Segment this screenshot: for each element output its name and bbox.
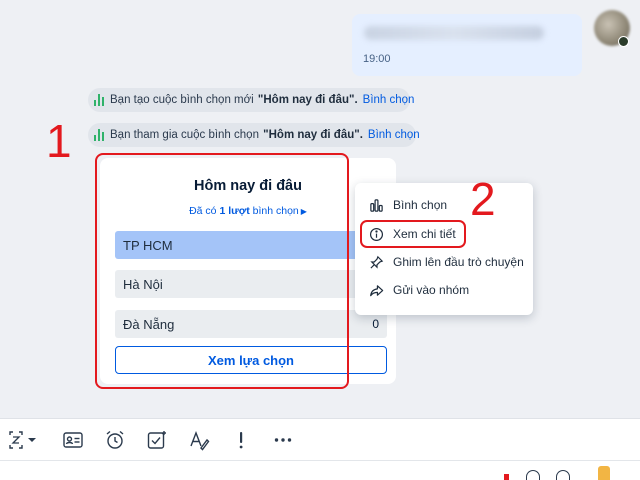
contact-card-icon <box>63 432 83 448</box>
poll-chart-icon <box>370 198 383 212</box>
notice-text: Bạn tham gia cuộc bình chọn <box>110 129 259 141</box>
poll-chart-icon <box>94 94 104 106</box>
outgoing-message-bubble[interactable]: 19:00 <box>352 14 582 76</box>
avatar-status-badge <box>618 36 629 47</box>
menu-item-pin-conversation[interactable]: Ghim lên đầu trò chuyện <box>355 248 533 276</box>
message-time: 19:00 <box>363 53 391 65</box>
like-icon[interactable] <box>598 466 610 480</box>
poll-created-notice: Bạn tạo cuộc bình chọn mới "Hôm nay đi đ… <box>88 88 414 112</box>
text-format-icon <box>190 431 210 451</box>
screenshot-icon <box>9 431 36 449</box>
task-check-icon <box>147 431 166 449</box>
message-input-area[interactable] <box>0 460 640 480</box>
annotation-step-1: 1 <box>46 115 72 167</box>
share-forward-icon <box>370 284 384 296</box>
important-exclamation-icon <box>239 432 243 449</box>
alarm-clock-icon <box>106 430 124 449</box>
menu-item-label: Bình chọn <box>393 198 448 212</box>
text-format-button[interactable] <box>186 427 212 453</box>
menu-item-send-to-group[interactable]: Gửi vào nhóm <box>355 276 533 304</box>
notice-vote-link[interactable]: Bình chọn <box>363 94 415 106</box>
poll-option-count: 0 <box>372 317 379 331</box>
menu-item-vote[interactable]: Bình chọn <box>355 191 533 219</box>
more-options-button[interactable] <box>270 427 296 453</box>
screenshot-button[interactable] <box>4 427 42 453</box>
contact-card-button[interactable] <box>60 427 86 453</box>
notice-vote-link[interactable]: Bình chọn <box>368 129 420 141</box>
reminder-button[interactable] <box>102 427 128 453</box>
menu-item-label: Gửi vào nhóm <box>393 283 470 297</box>
mention-icon[interactable] <box>556 470 570 480</box>
notice-poll-name: "Hôm nay đi đâu". <box>263 129 363 141</box>
compose-toolbar <box>0 418 640 460</box>
annotation-frame-poll <box>95 153 349 389</box>
important-message-button[interactable] <box>228 427 254 453</box>
annotation-step-2: 2 <box>470 173 496 225</box>
pin-icon <box>370 255 384 269</box>
task-button[interactable] <box>144 427 170 453</box>
annotation-frame-view-details <box>360 220 466 248</box>
more-dots-icon <box>274 438 292 442</box>
cropped-red-icon <box>504 474 509 480</box>
notice-poll-name: "Hôm nay đi đâu". <box>257 94 358 106</box>
blurred-message-text <box>364 26 544 40</box>
notice-text: Bạn tạo cuộc bình chọn mới <box>110 94 254 106</box>
menu-item-label: Ghim lên đầu trò chuyện <box>393 255 524 269</box>
emoji-icon[interactable] <box>526 470 540 480</box>
poll-chart-icon <box>94 129 104 141</box>
message-context-menu: Bình chọn Xem chi tiết Ghim lên đầu trò … <box>355 183 533 315</box>
poll-joined-notice: Bạn tham gia cuộc bình chọn "Hôm nay đi … <box>88 123 420 147</box>
